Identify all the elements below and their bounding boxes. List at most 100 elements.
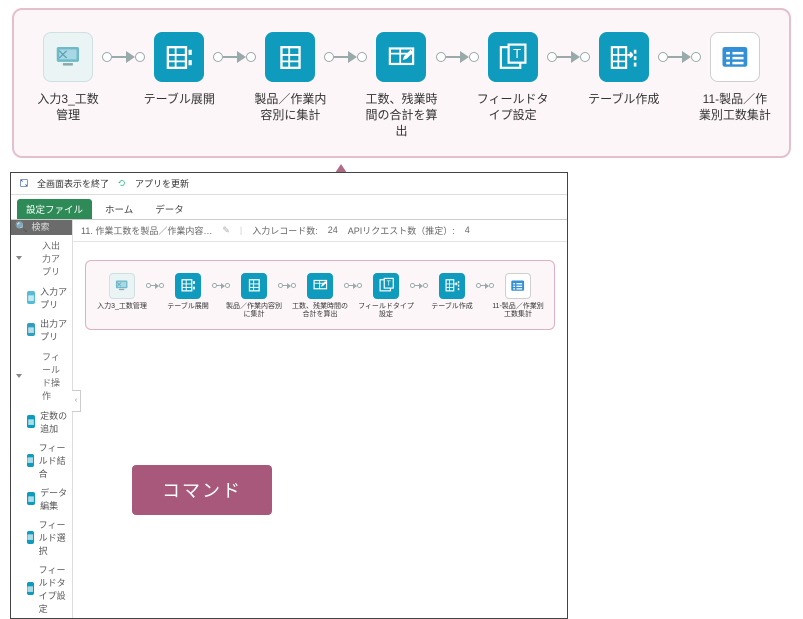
sidebar: 🔍 入出力アプリ ▦ 入力アプリ ▦ 出力アプリフィールド操作 ▦ 定数の追加 ▦ フィールド結… xyxy=(11,220,73,618)
tab-home[interactable]: ホーム xyxy=(96,199,142,219)
flow-connector xyxy=(213,32,256,82)
table-create-icon xyxy=(599,32,649,82)
flow-node-label: 製品／作業内容別に集計 xyxy=(226,303,282,321)
flow-node-label: 11-製品／作業別工数集計 xyxy=(699,91,771,123)
flow-connector xyxy=(102,32,145,82)
input-records-value: 24 xyxy=(328,225,338,235)
flow-connector xyxy=(324,32,367,82)
flow-connector xyxy=(658,32,701,82)
flow-connector xyxy=(547,32,590,82)
table-expand-icon xyxy=(154,32,204,82)
sidebar-item[interactable]: ▦ データ編集 xyxy=(11,483,72,515)
sidebar-item-icon: ▦ xyxy=(27,323,35,336)
refresh-icon[interactable] xyxy=(117,178,127,188)
sidebar-item[interactable]: ▦ フィールド選択 xyxy=(11,515,72,560)
sidebar-group-label: フィールド操作 xyxy=(42,350,67,402)
sidebar-item-icon: ▦ xyxy=(27,291,35,304)
flow-node-0[interactable]: 入力3_工数管理 xyxy=(94,273,150,312)
sidebar-item-label: フィールド選択 xyxy=(39,518,68,557)
flow-node-label: フィールドタイプ設定 xyxy=(358,303,414,321)
flow-node-label: 11-製品／作業別工数集計 xyxy=(490,303,546,321)
flow-title: 11. 作業工数を製品／作業内容… xyxy=(81,224,212,237)
flow-node-6[interactable]: 11-製品／作業別工数集計 xyxy=(699,32,771,123)
sidebar-item-label: フィールド結合 xyxy=(39,441,68,480)
flow-node-0[interactable]: 入力3_工数管理 xyxy=(32,32,104,123)
flow-node-4[interactable]: フィールドタイプ設定 xyxy=(358,273,414,321)
sidebar-item[interactable]: ▦ 入力アプリ xyxy=(11,282,72,314)
sidebar-item[interactable]: ▦ 定数の追加 xyxy=(11,406,72,438)
list-output-icon xyxy=(505,273,531,299)
flow-node-1[interactable]: テーブル展開 xyxy=(160,273,216,312)
edit-title-icon[interactable]: ✎ xyxy=(222,225,230,236)
exit-fullscreen-label[interactable]: 全画面表示を終了 xyxy=(37,177,109,190)
app-window: 全画面表示を終了 アプリを更新 設定ファイル ホーム データ 🔍 入出力アプリ ▦… xyxy=(10,172,568,619)
sidebar-group-label: 入出力アプリ xyxy=(42,239,67,278)
group-by-icon xyxy=(241,273,267,299)
flow-node-label: フィールドタイプ設定 xyxy=(477,91,549,123)
sidebar-item-icon: ▦ xyxy=(27,454,34,467)
sidebar-item-label: 入力アプリ xyxy=(40,285,68,311)
tab-data[interactable]: データ xyxy=(146,199,193,219)
monitor-icon xyxy=(43,32,93,82)
sidebar-item-label: 定数の追加 xyxy=(40,409,68,435)
sidebar-collapse-handle[interactable]: ‹ xyxy=(72,390,81,412)
sidebar-group-head[interactable]: フィールド操作 xyxy=(11,346,72,406)
tab-settings[interactable]: 設定ファイル xyxy=(17,199,92,219)
exit-fullscreen-icon[interactable] xyxy=(19,178,29,188)
main-panel: 11. 作業工数を製品／作業内容… ✎ | 入力レコード数: 24 APIリクエ… xyxy=(73,220,567,618)
sidebar-item-label: データ編集 xyxy=(40,486,68,512)
field-type-icon xyxy=(373,273,399,299)
app-header: 全画面表示を終了 アプリを更新 xyxy=(11,173,567,195)
sidebar-search[interactable]: 🔍 xyxy=(11,220,72,235)
edit-table-icon xyxy=(307,273,333,299)
flow-node-1[interactable]: テーブル展開 xyxy=(143,32,215,107)
flow-node-4[interactable]: フィールドタイプ設定 xyxy=(477,32,549,123)
flow-node-2[interactable]: 製品／作業内容別に集計 xyxy=(226,273,282,321)
refresh-app-label[interactable]: アプリを更新 xyxy=(135,177,189,190)
main-top-bar: 11. 作業工数を製品／作業内容… ✎ | 入力レコード数: 24 APIリクエ… xyxy=(73,220,567,242)
sidebar-item-label: 出力アプリ xyxy=(40,317,68,343)
command-badge: コマンド xyxy=(132,465,272,515)
flow-node-5[interactable]: テーブル作成 xyxy=(588,32,660,107)
flow-node-label: 製品／作業内容別に集計 xyxy=(254,91,326,123)
flow-connector xyxy=(436,32,479,82)
sidebar-item-icon: ▦ xyxy=(27,415,35,428)
sidebar-item[interactable]: ▦ 出力アプリ xyxy=(11,314,72,346)
flow-node-label: 工数、残業時間の合計を算出 xyxy=(365,91,437,140)
enlarged-flow-row: 入力3_工数管理 テーブル展開 製品／作業内容別に集計 工数、残業時間の合計を算出 フィ… xyxy=(32,32,771,140)
api-value: 4 xyxy=(465,225,470,235)
sidebar-group-head[interactable]: 入出力アプリ xyxy=(11,235,72,282)
flow-node-label: テーブル作成 xyxy=(588,91,659,107)
tab-bar: 設定ファイル ホーム データ xyxy=(11,195,567,220)
flow-node-6[interactable]: 11-製品／作業別工数集計 xyxy=(490,273,546,321)
field-type-icon xyxy=(488,32,538,82)
sidebar-item[interactable]: ▦ フィールド結合 xyxy=(11,438,72,483)
flow-node-label: テーブル展開 xyxy=(144,91,215,107)
canvas-flow-frame: 入力3_工数管理 テーブル展開 製品／作業内容別に集計工数、残業時間の合計を算出フィ… xyxy=(85,260,555,331)
api-label: APIリクエスト数（推定）: xyxy=(348,224,455,237)
flow-node-label: 工数、残業時間の合計を算出 xyxy=(292,303,348,321)
flow-node-label: 入力3_工数管理 xyxy=(97,303,147,312)
flow-node-3[interactable]: 工数、残業時間の合計を算出 xyxy=(292,273,348,321)
list-output-icon xyxy=(710,32,760,82)
canvas-flow-row: 入力3_工数管理 テーブル展開 製品／作業内容別に集計工数、残業時間の合計を算出フィ… xyxy=(94,273,546,321)
flow-node-label: テーブル作成 xyxy=(431,303,473,312)
sidebar-item-icon: ▦ xyxy=(27,531,34,544)
flow-canvas[interactable]: ‹ 入力3_工数管理 テーブル展開 製品／作業内容別に集計工数、残業時間の合計を算出… xyxy=(73,242,567,618)
search-icon: 🔍 xyxy=(15,222,27,233)
table-expand-icon xyxy=(175,273,201,299)
enlarged-flow-frame: 入力3_工数管理 テーブル展開 製品／作業内容別に集計 工数、残業時間の合計を算出 フィ… xyxy=(12,8,791,158)
sidebar-item-icon: ▦ xyxy=(27,492,35,505)
gear-icon xyxy=(27,370,38,381)
flow-node-label: テーブル展開 xyxy=(167,303,209,312)
flow-node-3[interactable]: 工数、残業時間の合計を算出 xyxy=(365,32,437,140)
input-records-label: 入力レコード数: xyxy=(252,224,318,237)
table-create-icon xyxy=(439,273,465,299)
edit-table-icon xyxy=(376,32,426,82)
monitor-icon xyxy=(109,273,135,299)
search-input[interactable] xyxy=(31,222,73,232)
group-by-icon xyxy=(265,32,315,82)
flow-node-2[interactable]: 製品／作業内容別に集計 xyxy=(254,32,326,123)
flow-node-label: 入力3_工数管理 xyxy=(32,91,104,123)
flow-node-5[interactable]: テーブル作成 xyxy=(424,273,480,312)
